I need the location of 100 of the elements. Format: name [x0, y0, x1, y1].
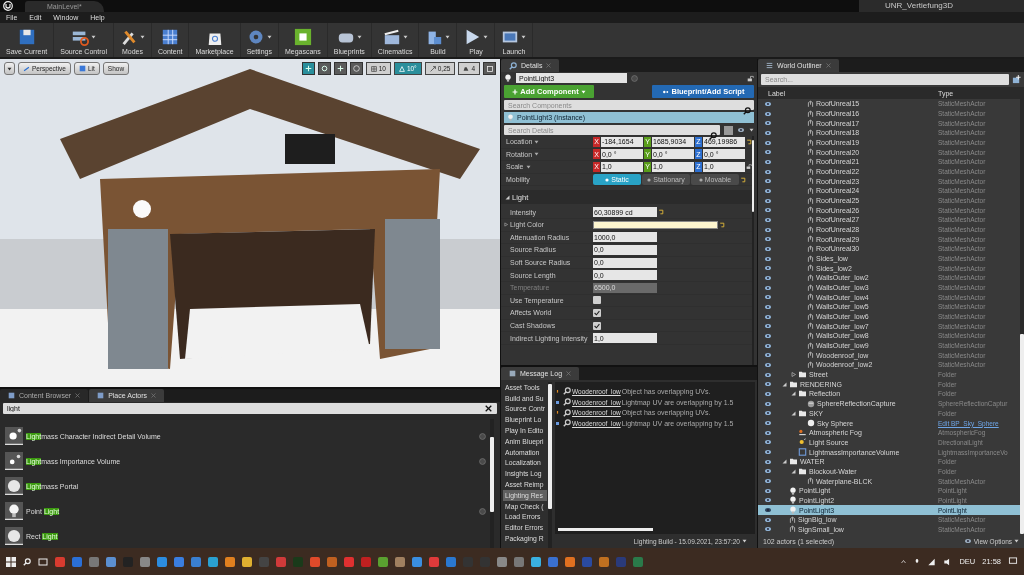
eye-icon: [764, 458, 772, 465]
eye-icon: [764, 478, 772, 485]
mesh-actor-icon: [807, 477, 814, 486]
globe-icon: [352, 65, 360, 72]
eye-icon: [764, 497, 772, 504]
light-volume-thumbnail: [5, 427, 23, 445]
close-icon: [75, 393, 81, 398]
eye-icon: [764, 439, 772, 446]
search-icon: [563, 387, 572, 396]
eye-icon: [764, 487, 772, 494]
app-icon[interactable]: [395, 556, 405, 567]
caret-icon: [749, 128, 754, 132]
add-actor-icon[interactable]: [1012, 75, 1021, 84]
search-icon: [563, 398, 572, 407]
maximize-button[interactable]: [483, 62, 496, 75]
eye-icon: [764, 449, 772, 455]
app-icon[interactable]: [208, 556, 218, 567]
app-icon[interactable]: [55, 556, 65, 567]
eye-icon: [963, 538, 972, 544]
eye-icon: [764, 526, 772, 533]
windows-logo-icon[interactable]: [6, 556, 16, 567]
fog-icon: [798, 428, 807, 437]
caret-icon: [534, 139, 540, 144]
app-icon[interactable]: [514, 556, 524, 567]
close-icon: [566, 371, 572, 376]
app-icon[interactable]: [429, 556, 439, 567]
eye-icon: [764, 265, 772, 272]
app-icon[interactable]: [276, 556, 286, 567]
eye-icon: [764, 168, 772, 175]
eye-icon: [737, 127, 745, 133]
eye-icon: [764, 381, 772, 388]
eye-icon: [764, 352, 772, 359]
caret-icon: [7, 66, 12, 71]
color-swatch[interactable]: [593, 220, 718, 229]
caret-icon: [266, 35, 272, 39]
eye-icon: [764, 284, 772, 291]
sun-icon: [798, 438, 807, 447]
caret-icon: [139, 35, 145, 39]
logo-tile-icon: [293, 28, 312, 46]
search-icon: [563, 408, 572, 417]
checkbox[interactable]: [593, 296, 601, 305]
eye-icon: [764, 468, 772, 475]
expander-arrow-icon[interactable]: [791, 468, 796, 474]
sphere-thumbnail: [5, 477, 23, 495]
app-icon[interactable]: [310, 556, 320, 567]
checkbox[interactable]: [593, 308, 601, 317]
app-icon[interactable]: [106, 556, 116, 567]
app-icon[interactable]: [72, 556, 82, 567]
expander-arrow-icon[interactable]: [782, 381, 787, 387]
chevron-up-icon[interactable]: [900, 559, 908, 564]
scrollbar-thumb[interactable]: [548, 384, 553, 509]
caret-icon: [742, 539, 747, 543]
app-icon[interactable]: [531, 556, 541, 567]
dot-icon: [605, 177, 610, 182]
app-icon[interactable]: [497, 556, 507, 567]
search-icon: [709, 132, 717, 140]
app-icon[interactable]: [89, 556, 99, 567]
app-icon[interactable]: [565, 556, 575, 567]
caret-icon: [483, 35, 489, 39]
app-icon[interactable]: [378, 556, 388, 567]
app-icon[interactable]: [157, 556, 167, 567]
eye-icon: [764, 294, 772, 301]
lock-icon[interactable]: [746, 163, 752, 171]
app-icon[interactable]: [412, 556, 422, 567]
eye-icon: [764, 216, 772, 223]
expander-arrow-icon[interactable]: [791, 391, 796, 397]
scrollbar-thumb[interactable]: [490, 437, 494, 512]
app-icon[interactable]: [548, 556, 558, 567]
app-icon[interactable]: [191, 556, 201, 567]
reflection-sphere-icon: [807, 399, 815, 408]
checkbox[interactable]: [593, 321, 601, 330]
app-icon[interactable]: [599, 556, 609, 567]
clear-icon[interactable]: [485, 405, 492, 412]
eye-icon: [764, 139, 772, 146]
viewport-menu-button[interactable]: [4, 62, 15, 75]
app-icon[interactable]: [446, 556, 456, 567]
app-icon[interactable]: [242, 556, 252, 567]
nodes-icon: [661, 88, 669, 95]
expander-arrow-icon[interactable]: [782, 459, 787, 465]
cube-icon: [78, 65, 86, 72]
app-icon[interactable]: [225, 556, 235, 567]
expander-arrow-icon[interactable]: [791, 372, 796, 378]
scrollbar-thumb[interactable]: [1020, 334, 1024, 534]
eye-icon: [764, 187, 772, 194]
network-icon: [927, 557, 937, 566]
eye-icon: [764, 516, 772, 523]
app-icon[interactable]: [140, 556, 150, 567]
task-view-icon[interactable]: [38, 556, 48, 567]
volume-box-icon: [798, 448, 807, 456]
app-icon[interactable]: [344, 556, 354, 567]
project-name: UNR_Vertiefung3D: [859, 0, 1024, 12]
lock-icon[interactable]: [747, 74, 754, 82]
scrollbar-thumb[interactable]: [558, 528, 654, 531]
eye-icon: [764, 371, 772, 378]
app-icon[interactable]: [174, 556, 184, 567]
expander-arrow-icon[interactable]: [791, 410, 796, 416]
scrollbar-thumb[interactable]: [752, 140, 754, 212]
expand-arrow-icon[interactable]: [504, 222, 508, 228]
search-icon: [563, 419, 572, 428]
app-icon[interactable]: [327, 556, 337, 567]
